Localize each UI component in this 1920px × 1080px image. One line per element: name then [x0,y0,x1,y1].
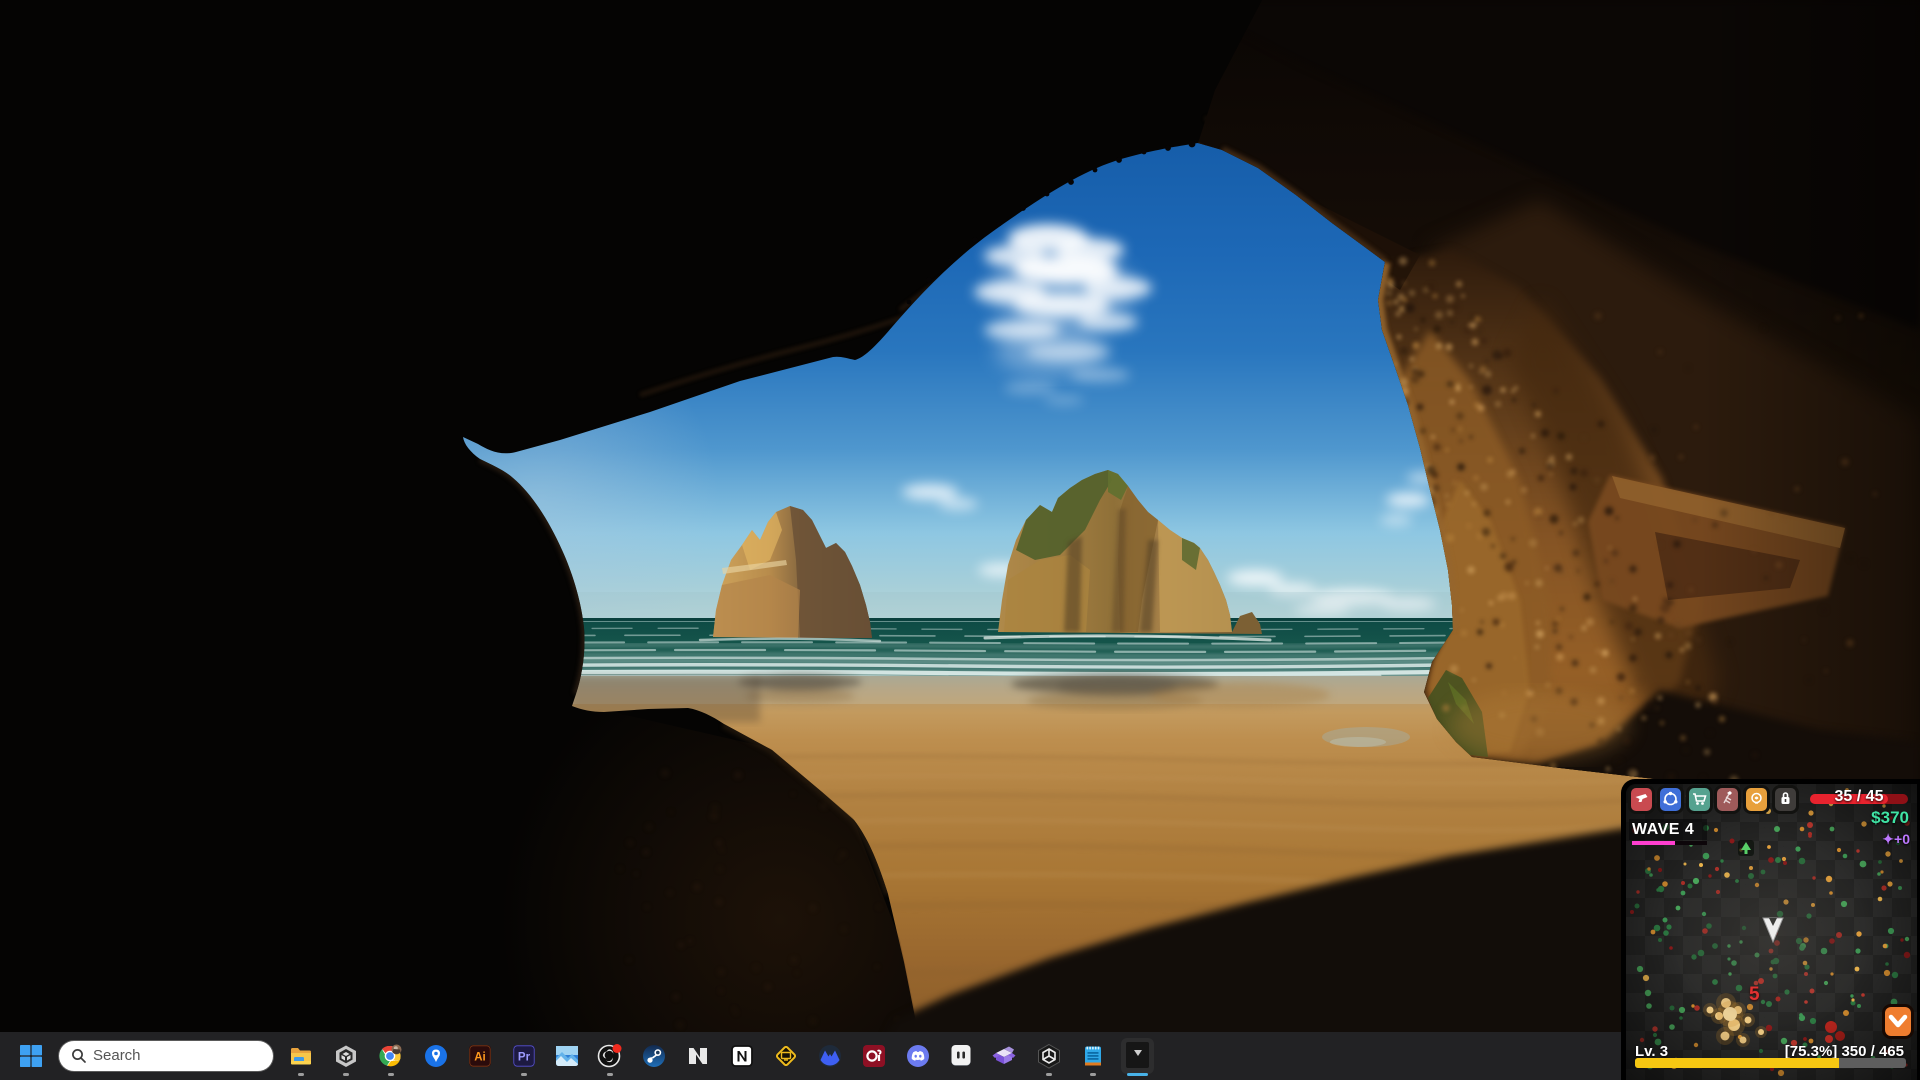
svg-text:Ai: Ai [474,1052,486,1064]
svg-text:Pr: Pr [518,1052,531,1064]
